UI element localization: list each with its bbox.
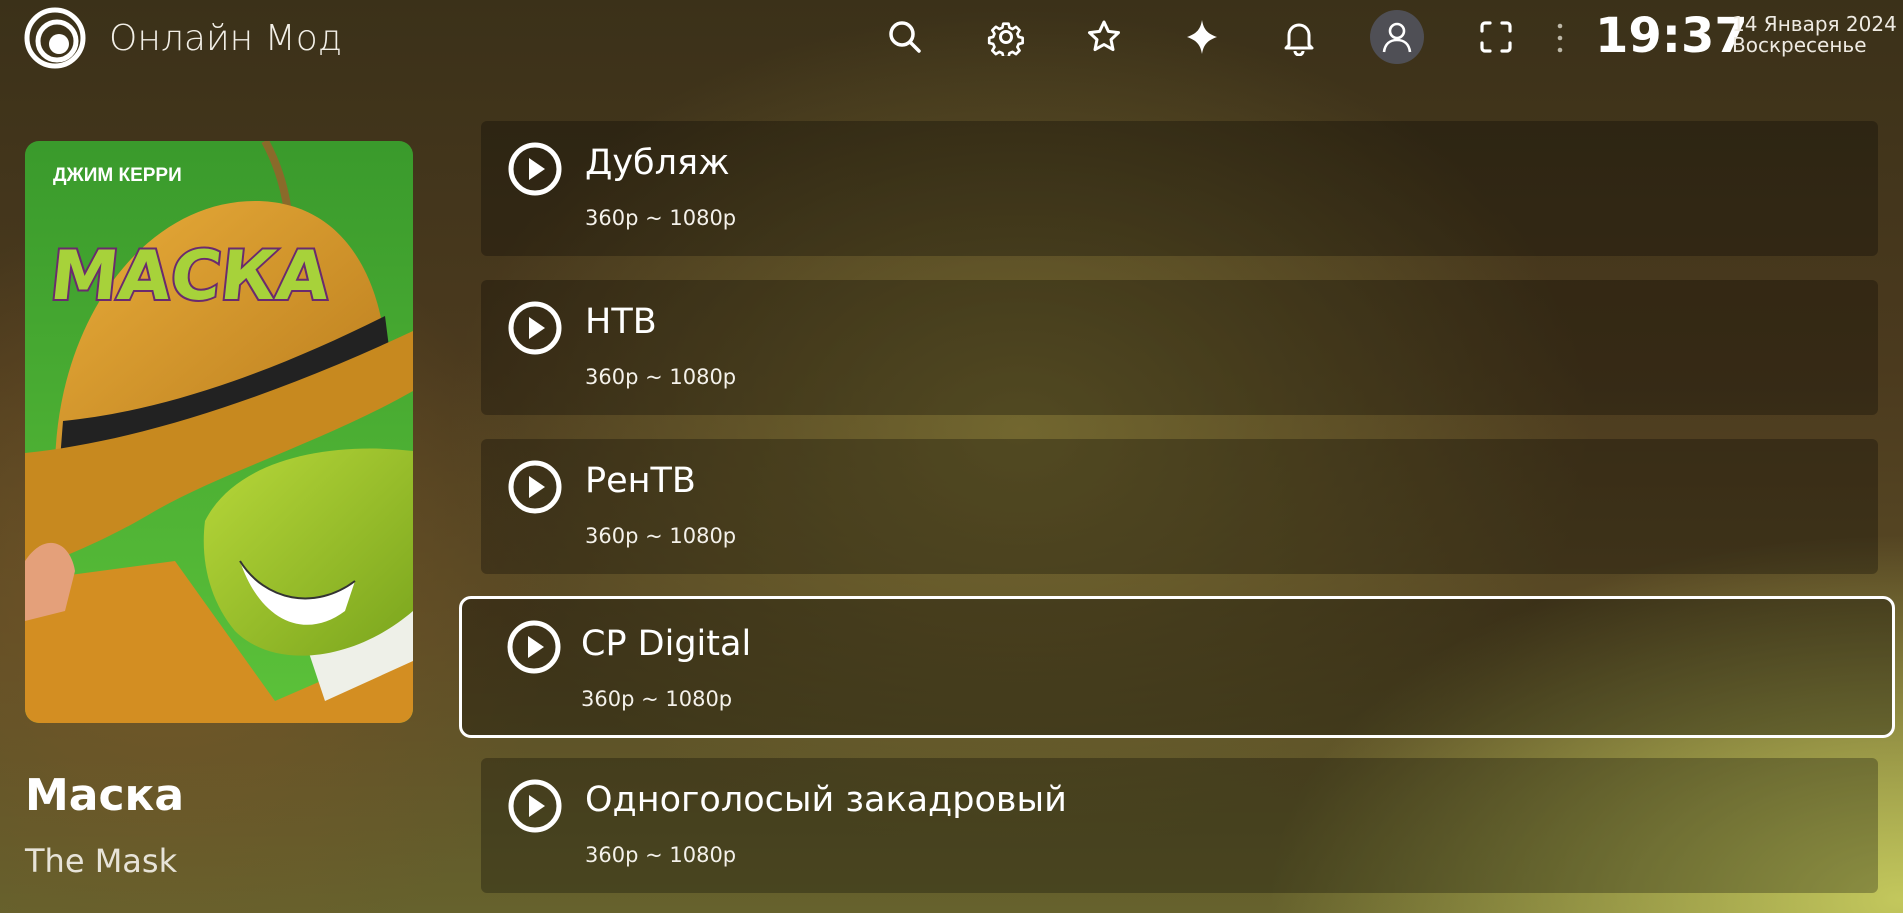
source-item-label: Дубляж (585, 143, 730, 183)
fullscreen-icon (1480, 21, 1512, 53)
settings-button[interactable] (981, 12, 1031, 62)
date-text: 14 Января 2024 (1732, 12, 1897, 36)
source-item-quality: 360p ~ 1080p (585, 206, 737, 230)
play-icon (507, 620, 561, 674)
gear-icon (987, 22, 1024, 56)
play-icon (508, 460, 562, 514)
weekday-text: Воскресенье (1732, 33, 1867, 57)
play-icon (508, 301, 562, 355)
star-icon (1088, 20, 1120, 52)
source-item-quality: 360p ~ 1080p (585, 524, 737, 548)
date-block: 14 Января 2024 Воскресенье (1732, 14, 1897, 56)
vertical-dots-icon (1557, 23, 1563, 53)
favorites-button[interactable] (1079, 12, 1129, 62)
source-item-label: CP Digital (581, 624, 752, 664)
more-menu-button[interactable] (1556, 20, 1564, 56)
top-bar: Онлайн Мод 19:37 14 Января 2024 Воскресе… (0, 0, 1903, 76)
poster-logo-text: МАСКА (47, 237, 334, 316)
movie-original-title: The Mask (25, 842, 178, 880)
user-icon (1382, 22, 1412, 53)
source-item-quality: 360p ~ 1080p (585, 843, 737, 867)
movie-poster: ДЖИМ КЕРРИ МАСКА (25, 141, 413, 723)
movie-title: Маска (25, 770, 185, 821)
source-item-label: Одноголосый закадровый (585, 780, 1067, 820)
poster-actor-text: ДЖИМ КЕРРИ (53, 165, 182, 186)
source-item-label: НТВ (585, 302, 657, 342)
bell-icon (1284, 23, 1314, 56)
source-item-rentv[interactable]: РенТВ 360p ~ 1080p (481, 439, 1878, 574)
sparkle-icon (1187, 20, 1217, 54)
source-item-ntv[interactable]: НТВ 360p ~ 1080p (481, 280, 1878, 415)
source-item-single-voice[interactable]: Одноголосый закадровый 360p ~ 1080p (481, 758, 1878, 893)
source-item-cp-digital[interactable]: CP Digital 360p ~ 1080p (459, 596, 1895, 738)
source-item-dub[interactable]: Дубляж 360p ~ 1080p (481, 121, 1878, 256)
fullscreen-button[interactable] (1471, 12, 1521, 62)
source-item-quality: 360p ~ 1080p (585, 365, 737, 389)
app-title: Онлайн Мод (109, 18, 343, 59)
clock: 19:37 (1595, 8, 1748, 64)
logo-icon (24, 7, 86, 69)
sparkle-button[interactable] (1177, 12, 1227, 62)
source-item-label: РенТВ (585, 461, 696, 501)
play-icon (508, 142, 562, 196)
search-button[interactable] (880, 12, 930, 62)
profile-button[interactable] (1370, 10, 1424, 64)
search-icon (889, 21, 921, 53)
notifications-button[interactable] (1274, 12, 1324, 62)
play-icon (508, 779, 562, 833)
source-item-quality: 360p ~ 1080p (581, 687, 733, 711)
